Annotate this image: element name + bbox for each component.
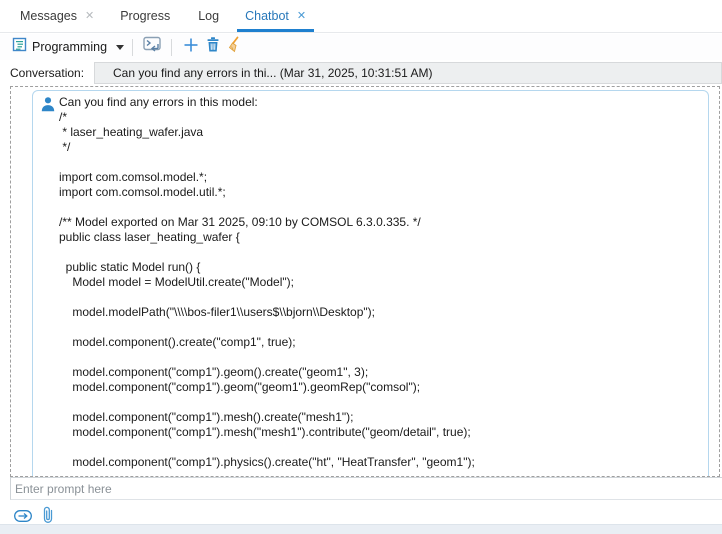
message-line: /* [59,110,704,125]
close-icon[interactable]: ✕ [85,11,94,22]
send-button[interactable] [14,509,32,521]
message-line [59,320,704,335]
chatbot-window: Messages ✕ Progress Log Chatbot ✕ [0,0,722,534]
tab-progress[interactable]: Progress [106,0,184,32]
toolbar-separator [132,39,133,56]
tab-label: Messages [20,9,77,23]
mode-label: Programming [32,40,107,54]
tab-bar: Messages ✕ Progress Log Chatbot ✕ [0,0,722,33]
message-line: /** Model exported on Mar 31 2025, 09:10… [59,215,704,230]
attach-paperclip-icon [42,506,54,524]
send-icon [14,510,32,522]
chat-transcript-panel[interactable]: Can you find any errors in this model:/*… [10,86,720,477]
message-line [59,155,704,170]
message-line: model.modelPath("\\\\bos-filer1\\users$\… [59,305,704,320]
conversation-row: Conversation: Can you find any errors in… [0,60,722,86]
toolbar-separator [171,39,172,56]
clear-broom-icon [227,36,244,58]
attach-button[interactable] [42,506,54,524]
message-line: model.component("comp1").physics().creat… [59,455,704,470]
tab-log[interactable]: Log [184,0,233,32]
user-avatar-icon [40,96,56,112]
message-line [59,350,704,365]
message-line: Model model = ModelUtil.create("Model"); [59,275,704,290]
tab-label: Progress [120,9,170,23]
message-line [59,395,704,410]
insert-code-button[interactable] [141,36,163,58]
prompt-input[interactable] [10,477,722,500]
new-conversation-button[interactable] [180,36,202,58]
message-line: Can you find any errors in this model: [59,95,704,110]
tab-messages[interactable]: Messages ✕ [8,0,106,32]
tab-label: Chatbot [245,9,289,23]
clear-conversation-button[interactable] [224,36,246,58]
message-line: import com.comsol.model.util.*; [59,185,704,200]
insert-code-icon [143,36,162,58]
conversation-select[interactable]: Can you find any errors in thi... (Mar 3… [94,62,722,84]
message-line: public static Model run() { [59,260,704,275]
tab-chatbot[interactable]: Chatbot ✕ [233,0,318,32]
mode-dropdown[interactable]: Programming [12,37,124,57]
prompt-row [10,477,722,500]
message-line: model.component("comp1").geom("geom1").g… [59,380,704,395]
delete-conversation-icon [205,36,221,58]
message-line: model.component("comp1").mesh("mesh1").c… [59,425,704,440]
programming-doc-icon [12,37,27,57]
message-line: model.component("comp1").mesh().create("… [59,410,704,425]
user-message-text: Can you find any errors in this model:/*… [33,91,708,470]
message-line [59,440,704,455]
status-strip [0,524,722,534]
message-line: * laser_heating_wafer.java [59,125,704,140]
add-conversation-icon [183,37,199,58]
caret-down-icon [116,45,124,50]
user-message-bubble: Can you find any errors in this model:/*… [32,90,709,477]
message-line: import com.comsol.model.*; [59,170,704,185]
message-line [59,200,704,215]
message-line [59,245,704,260]
conversation-selected-value: Can you find any errors in thi... (Mar 3… [113,66,433,80]
message-line [59,290,704,305]
close-icon[interactable]: ✕ [297,11,306,22]
delete-conversation-button[interactable] [202,36,224,58]
message-line: model.component("comp1").geom().create("… [59,365,704,380]
message-line: model.component().create("comp1", true); [59,335,704,350]
bottom-action-bar [0,500,722,524]
conversation-label: Conversation: [10,66,94,80]
tab-label: Log [198,9,219,23]
chatbot-toolbar: Programming [0,34,722,60]
message-line: public class laser_heating_wafer { [59,230,704,245]
message-line: */ [59,140,704,155]
